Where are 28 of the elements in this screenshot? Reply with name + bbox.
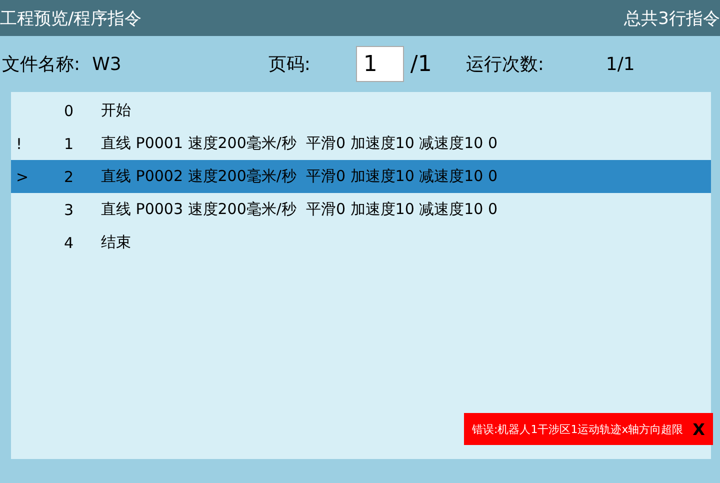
program-row[interactable]: ! 1 直线 P0001 速度200毫米/秒 平滑0 加速度10 减速度10 0 — [11, 127, 711, 160]
line-number: 3 — [64, 200, 75, 218]
close-button[interactable]: X — [692, 420, 705, 438]
program-row[interactable]: 3 直线 P0003 速度200毫米/秒 平滑0 加速度10 减速度10 0 — [11, 193, 711, 226]
command-text: 结束 — [101, 233, 131, 252]
page-label: 页码: — [268, 53, 310, 76]
row-marker: ! — [15, 134, 24, 152]
file-name-label: 文件名称: — [2, 53, 80, 76]
command-text: 开始 — [101, 101, 131, 120]
line-number: 2 — [64, 168, 75, 186]
run-count-label: 运行次数: — [466, 53, 544, 76]
row-marker: > — [15, 168, 30, 186]
command-text: 直线 P0002 速度200毫米/秒 平滑0 加速度10 减速度10 0 — [101, 167, 498, 186]
program-row[interactable]: 4 结束 — [11, 226, 711, 259]
command-text: 直线 P0001 速度200毫米/秒 平滑0 加速度10 减速度10 0 — [101, 134, 498, 153]
line-number: 1 — [64, 134, 75, 152]
command-text: 直线 P0003 速度200毫米/秒 平滑0 加速度10 减速度10 0 — [101, 200, 498, 219]
run-count-value: 1/1 — [606, 54, 635, 74]
file-name-value: W3 — [92, 54, 122, 74]
line-number: 0 — [64, 102, 75, 120]
line-number: 4 — [64, 234, 75, 252]
command-count: 总共3行指令 — [624, 8, 720, 30]
program-row[interactable]: 0 开始 — [11, 94, 711, 127]
window-title: 工程预览/程序指令 — [0, 8, 142, 30]
page-total: /1 — [410, 52, 432, 76]
page-input[interactable]: 1 — [356, 46, 404, 82]
program-row[interactable]: > 2 直线 P0002 速度200毫米/秒 平滑0 加速度10 减速度10 0 — [11, 160, 711, 193]
error-message: 错误:机器人1干涉区1运动轨迹x轴方向超限 — [472, 422, 684, 436]
